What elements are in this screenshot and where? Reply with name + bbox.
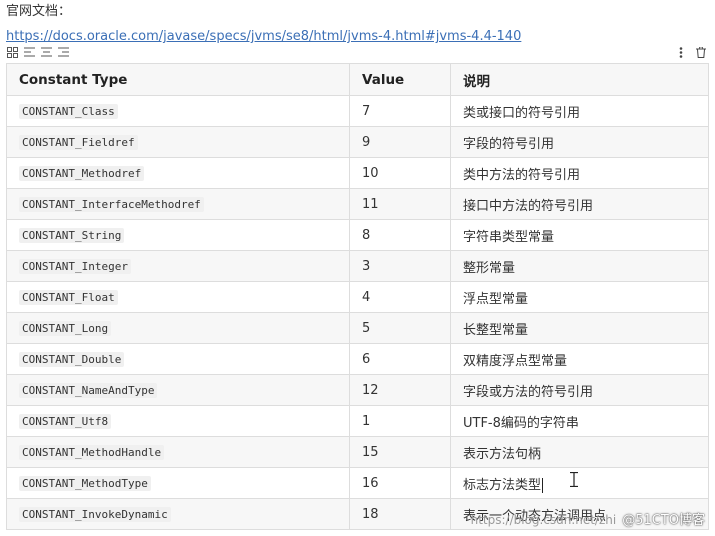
text-cursor — [542, 477, 544, 493]
value-cell[interactable]: 18 — [349, 498, 451, 530]
watermark-url: https://blog.csdn.net/zhi — [470, 513, 617, 527]
value-cell[interactable]: 3 — [349, 250, 451, 282]
constant-type-cell[interactable]: CONSTANT_Fieldref — [6, 126, 350, 158]
constant-type-cell[interactable]: CONSTANT_MethodHandle — [6, 436, 350, 468]
constant-type-cell[interactable]: CONSTANT_InterfaceMethodref — [6, 188, 350, 220]
table-grid-icon[interactable] — [6, 46, 18, 58]
value-cell[interactable]: 9 — [349, 126, 451, 158]
value-cell[interactable]: 1 — [349, 405, 451, 437]
description-cell[interactable]: 字符串类型常量 — [450, 219, 709, 251]
constant-type-code: CONSTANT_Fieldref — [19, 134, 138, 150]
column-header-description[interactable]: 说明 — [450, 63, 709, 96]
constant-type-code: CONSTANT_NameAndType — [19, 382, 158, 398]
align-left-icon[interactable] — [23, 46, 35, 58]
value-cell[interactable]: 8 — [349, 219, 451, 251]
description-cell[interactable]: UTF-8编码的字符串 — [450, 405, 709, 437]
description-text: 标志方法类型 — [463, 477, 542, 493]
table-row: CONSTANT_MethodHandle 15 表示方法句柄 — [6, 436, 709, 468]
table-row: CONSTANT_Integer 3 整形常量 — [6, 250, 709, 282]
table-row: CONSTANT_InterfaceMethodref 11 接口中方法的符号引… — [6, 188, 709, 220]
table-row: CONSTANT_String 8 字符串类型常量 — [6, 219, 709, 251]
description-cell[interactable]: 字段或方法的符号引用 — [450, 374, 709, 406]
constant-type-code: CONSTANT_Utf8 — [19, 413, 112, 429]
table-row: CONSTANT_Long 5 长整型常量 — [6, 312, 709, 344]
value-cell[interactable]: 10 — [349, 157, 451, 189]
description-cell[interactable]: 长整型常量 — [450, 312, 709, 344]
value-cell[interactable]: 15 — [349, 436, 451, 468]
constant-type-cell[interactable]: CONSTANT_String — [6, 219, 350, 251]
constant-type-code: CONSTANT_MethodType — [19, 475, 151, 491]
column-header-constant-type[interactable]: Constant Type — [6, 63, 350, 96]
more-vertical-icon[interactable] — [675, 46, 687, 58]
constant-type-cell[interactable]: CONSTANT_Integer — [6, 250, 350, 282]
constant-type-code: CONSTANT_Methodref — [19, 165, 145, 181]
constant-type-code: CONSTANT_MethodHandle — [19, 444, 165, 460]
description-cell[interactable]: 类中方法的符号引用 — [450, 157, 709, 189]
constant-type-cell[interactable]: CONSTANT_Long — [6, 312, 350, 344]
table-toolbar — [6, 46, 69, 58]
constant-type-cell[interactable]: CONSTANT_Class — [6, 95, 350, 127]
value-cell[interactable]: 11 — [349, 188, 451, 220]
value-cell[interactable]: 4 — [349, 281, 451, 313]
constant-pool-table: Constant Type Value 说明 CONSTANT_Class 7 … — [6, 63, 709, 530]
value-cell[interactable]: 6 — [349, 343, 451, 375]
value-cell[interactable]: 16 — [349, 467, 451, 499]
table-row: CONSTANT_MethodType 16 标志方法类型 — [6, 467, 709, 499]
align-right-icon[interactable] — [57, 46, 69, 58]
constant-type-code: CONSTANT_InterfaceMethodref — [19, 196, 204, 212]
table-row: CONSTANT_Float 4 浮点型常量 — [6, 281, 709, 313]
constant-type-code: CONSTANT_String — [19, 227, 125, 243]
description-cell[interactable]: 类或接口的符号引用 — [450, 95, 709, 127]
value-cell[interactable]: 7 — [349, 95, 451, 127]
constant-type-code: CONSTANT_InvokeDynamic — [19, 506, 171, 522]
constant-type-code: CONSTANT_Integer — [19, 258, 131, 274]
description-cell[interactable]: 标志方法类型 — [450, 467, 709, 499]
table-row: CONSTANT_NameAndType 12 字段或方法的符号引用 — [6, 374, 709, 406]
table-row: CONSTANT_Class 7 类或接口的符号引用 — [6, 95, 709, 127]
description-cell[interactable]: 整形常量 — [450, 250, 709, 282]
constant-type-cell[interactable]: CONSTANT_MethodType — [6, 467, 350, 499]
constant-type-cell[interactable]: CONSTANT_Double — [6, 343, 350, 375]
table-row: CONSTANT_Methodref 10 类中方法的符号引用 — [6, 157, 709, 189]
description-cell[interactable]: 字段的符号引用 — [450, 126, 709, 158]
column-header-value[interactable]: Value — [349, 63, 451, 96]
table-row: CONSTANT_Double 6 双精度浮点型常量 — [6, 343, 709, 375]
table-row: CONSTANT_Utf8 1 UTF-8编码的字符串 — [6, 405, 709, 437]
doc-link[interactable]: https://docs.oracle.com/javase/specs/jvm… — [6, 29, 521, 44]
watermark: https://blog.csdn.net/zhi @51CTO博客 — [471, 509, 705, 528]
table-actions — [675, 46, 707, 58]
description-cell[interactable]: 浮点型常量 — [450, 281, 709, 313]
constant-type-cell[interactable]: CONSTANT_Methodref — [6, 157, 350, 189]
constant-type-cell[interactable]: CONSTANT_Float — [6, 281, 350, 313]
value-cell[interactable]: 5 — [349, 312, 451, 344]
intro-text: 官网文档： — [6, 4, 72, 19]
align-center-icon[interactable] — [40, 46, 52, 58]
description-cell[interactable]: 双精度浮点型常量 — [450, 343, 709, 375]
watermark-brand: @51CTO博客 — [622, 513, 705, 528]
table-row: CONSTANT_Fieldref 9 字段的符号引用 — [6, 126, 709, 158]
table-header-row: Constant Type Value 说明 — [6, 63, 709, 96]
ibeam-cursor-icon — [569, 471, 579, 488]
constant-type-code: CONSTANT_Double — [19, 351, 125, 367]
constant-table-container: Constant Type Value 说明 CONSTANT_Class 7 … — [6, 63, 709, 530]
description-cell[interactable]: 表示方法句柄 — [450, 436, 709, 468]
constant-type-cell[interactable]: CONSTANT_NameAndType — [6, 374, 350, 406]
value-cell[interactable]: 12 — [349, 374, 451, 406]
constant-type-cell[interactable]: CONSTANT_InvokeDynamic — [6, 498, 350, 530]
constant-type-cell[interactable]: CONSTANT_Utf8 — [6, 405, 350, 437]
constant-type-code: CONSTANT_Class — [19, 103, 118, 119]
constant-type-code: CONSTANT_Float — [19, 289, 118, 305]
constant-type-code: CONSTANT_Long — [19, 320, 112, 336]
trash-icon[interactable] — [695, 46, 707, 58]
description-cell[interactable]: 接口中方法的符号引用 — [450, 188, 709, 220]
